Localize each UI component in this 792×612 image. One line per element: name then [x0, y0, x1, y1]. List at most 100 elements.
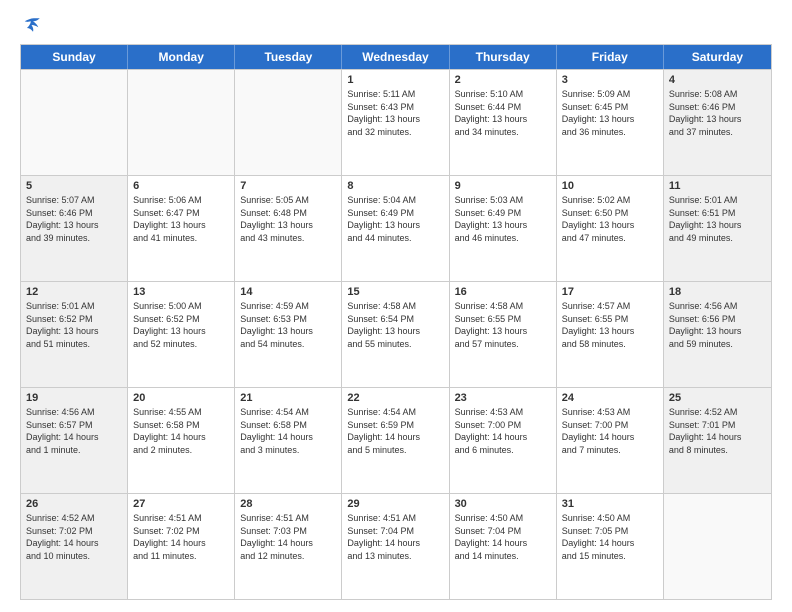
- day-info: Sunrise: 4:51 AM Sunset: 7:02 PM Dayligh…: [133, 512, 229, 562]
- day-cell-22: 22Sunrise: 4:54 AM Sunset: 6:59 PM Dayli…: [342, 388, 449, 493]
- day-cell-26: 26Sunrise: 4:52 AM Sunset: 7:02 PM Dayli…: [21, 494, 128, 599]
- day-number: 18: [669, 286, 766, 298]
- day-number: 1: [347, 74, 443, 86]
- day-info: Sunrise: 4:58 AM Sunset: 6:54 PM Dayligh…: [347, 300, 443, 350]
- day-number: 27: [133, 498, 229, 510]
- day-info: Sunrise: 4:56 AM Sunset: 6:56 PM Dayligh…: [669, 300, 766, 350]
- day-info: Sunrise: 5:10 AM Sunset: 6:44 PM Dayligh…: [455, 88, 551, 138]
- day-info: Sunrise: 5:08 AM Sunset: 6:46 PM Dayligh…: [669, 88, 766, 138]
- logo-bird-icon: [24, 16, 42, 34]
- day-cell-15: 15 Sunrise: 4:58 AM Sunset: 6:54 PM Dayli…: [342, 282, 449, 387]
- day-cell-9: 9 Sunrise: 5:03 AM Sunset: 6:49 PM Daylig…: [450, 176, 557, 281]
- day-cell-10: 10 Sunrise: 5:02 AM Sunset: 6:50 PM Dayli…: [557, 176, 664, 281]
- calendar-row-5: 26Sunrise: 4:52 AM Sunset: 7:02 PM Dayli…: [21, 493, 771, 599]
- header-day-monday: Monday: [128, 45, 235, 69]
- day-cell-6: 6 Sunrise: 5:06 AM Sunset: 6:47 PM Daylig…: [128, 176, 235, 281]
- day-cell-5: 5 Sunrise: 5:07 AM Sunset: 6:46 PM Daylig…: [21, 176, 128, 281]
- day-number: 25: [669, 392, 766, 404]
- day-number: 20: [133, 392, 229, 404]
- empty-cell-r0c2: [235, 70, 342, 175]
- day-cell-14: 14Sunrise: 4:59 AM Sunset: 6:53 PM Dayli…: [235, 282, 342, 387]
- day-number: 22: [347, 392, 443, 404]
- calendar-body: 1 Sunrise: 5:11 AM Sunset: 6:43 PM Daylig…: [21, 69, 771, 599]
- day-number: 23: [455, 392, 551, 404]
- header-day-thursday: Thursday: [450, 45, 557, 69]
- calendar-row-2: 5 Sunrise: 5:07 AM Sunset: 6:46 PM Daylig…: [21, 175, 771, 281]
- day-info: Sunrise: 4:51 AM Sunset: 7:03 PM Dayligh…: [240, 512, 336, 562]
- day-number: 11: [669, 180, 766, 192]
- day-cell-4: 4 Sunrise: 5:08 AM Sunset: 6:46 PM Daylig…: [664, 70, 771, 175]
- calendar-row-1: 1 Sunrise: 5:11 AM Sunset: 6:43 PM Daylig…: [21, 69, 771, 175]
- day-cell-31: 31 Sunrise: 4:50 AM Sunset: 7:05 PM Dayli…: [557, 494, 664, 599]
- day-number: 10: [562, 180, 658, 192]
- day-cell-30: 30 Sunrise: 4:50 AM Sunset: 7:04 PM Dayli…: [450, 494, 557, 599]
- day-number: 29: [347, 498, 443, 510]
- day-cell-13: 13 Sunrise: 5:00 AM Sunset: 6:52 PM Dayli…: [128, 282, 235, 387]
- day-cell-24: 24 Sunrise: 4:53 AM Sunset: 7:00 PM Dayli…: [557, 388, 664, 493]
- calendar: SundayMondayTuesdayWednesdayThursdayFrid…: [20, 44, 772, 600]
- day-info: Sunrise: 5:07 AM Sunset: 6:46 PM Dayligh…: [26, 194, 122, 244]
- day-cell-18: 18 Sunrise: 4:56 AM Sunset: 6:56 PM Dayli…: [664, 282, 771, 387]
- day-info: Sunrise: 5:11 AM Sunset: 6:43 PM Dayligh…: [347, 88, 443, 138]
- day-cell-2: 2 Sunrise: 5:10 AM Sunset: 6:44 PM Daylig…: [450, 70, 557, 175]
- day-number: 5: [26, 180, 122, 192]
- day-number: 4: [669, 74, 766, 86]
- day-cell-16: 16Sunrise: 4:58 AM Sunset: 6:55 PM Dayli…: [450, 282, 557, 387]
- day-number: 31: [562, 498, 658, 510]
- day-cell-23: 23Sunrise: 4:53 AM Sunset: 7:00 PM Dayli…: [450, 388, 557, 493]
- day-number: 9: [455, 180, 551, 192]
- day-cell-19: 19Sunrise: 4:56 AM Sunset: 6:57 PM Dayli…: [21, 388, 128, 493]
- day-number: 16: [455, 286, 551, 298]
- day-number: 15: [347, 286, 443, 298]
- day-info: Sunrise: 4:55 AM Sunset: 6:58 PM Dayligh…: [133, 406, 229, 456]
- day-info: Sunrise: 4:56 AM Sunset: 6:57 PM Dayligh…: [26, 406, 122, 456]
- calendar-row-4: 19Sunrise: 4:56 AM Sunset: 6:57 PM Dayli…: [21, 387, 771, 493]
- day-cell-20: 20 Sunrise: 4:55 AM Sunset: 6:58 PM Dayli…: [128, 388, 235, 493]
- day-cell-28: 28 Sunrise: 4:51 AM Sunset: 7:03 PM Dayli…: [235, 494, 342, 599]
- calendar-header: SundayMondayTuesdayWednesdayThursdayFrid…: [21, 45, 771, 69]
- day-cell-1: 1 Sunrise: 5:11 AM Sunset: 6:43 PM Daylig…: [342, 70, 449, 175]
- day-cell-17: 17 Sunrise: 4:57 AM Sunset: 6:55 PM Dayli…: [557, 282, 664, 387]
- logo: [20, 16, 44, 34]
- day-cell-25: 25 Sunrise: 4:52 AM Sunset: 7:01 PM Dayli…: [664, 388, 771, 493]
- header-day-sunday: Sunday: [21, 45, 128, 69]
- day-cell-8: 8Sunrise: 5:04 AM Sunset: 6:49 PM Daylig…: [342, 176, 449, 281]
- day-number: 13: [133, 286, 229, 298]
- day-info: Sunrise: 5:01 AM Sunset: 6:52 PM Dayligh…: [26, 300, 122, 350]
- day-info: Sunrise: 4:51 AM Sunset: 7:04 PM Dayligh…: [347, 512, 443, 562]
- day-number: 2: [455, 74, 551, 86]
- day-info: Sunrise: 4:52 AM Sunset: 7:01 PM Dayligh…: [669, 406, 766, 456]
- day-number: 30: [455, 498, 551, 510]
- day-info: Sunrise: 4:53 AM Sunset: 7:00 PM Dayligh…: [562, 406, 658, 456]
- day-cell-29: 29 Sunrise: 4:51 AM Sunset: 7:04 PM Dayli…: [342, 494, 449, 599]
- day-cell-27: 27 Sunrise: 4:51 AM Sunset: 7:02 PM Dayli…: [128, 494, 235, 599]
- day-number: 8: [347, 180, 443, 192]
- day-info: Sunrise: 5:03 AM Sunset: 6:49 PM Dayligh…: [455, 194, 551, 244]
- empty-cell-r4c6: [664, 494, 771, 599]
- day-info: Sunrise: 5:00 AM Sunset: 6:52 PM Dayligh…: [133, 300, 229, 350]
- day-number: 24: [562, 392, 658, 404]
- calendar-row-3: 12 Sunrise: 5:01 AM Sunset: 6:52 PM Dayli…: [21, 281, 771, 387]
- header-day-friday: Friday: [557, 45, 664, 69]
- header: [20, 16, 772, 34]
- day-info: Sunrise: 4:50 AM Sunset: 7:04 PM Dayligh…: [455, 512, 551, 562]
- day-info: Sunrise: 4:57 AM Sunset: 6:55 PM Dayligh…: [562, 300, 658, 350]
- day-info: Sunrise: 5:05 AM Sunset: 6:48 PM Dayligh…: [240, 194, 336, 244]
- day-info: Sunrise: 4:50 AM Sunset: 7:05 PM Dayligh…: [562, 512, 658, 562]
- day-cell-21: 21Sunrise: 4:54 AM Sunset: 6:58 PM Dayli…: [235, 388, 342, 493]
- day-number: 17: [562, 286, 658, 298]
- day-number: 28: [240, 498, 336, 510]
- day-number: 6: [133, 180, 229, 192]
- day-cell-3: 3Sunrise: 5:09 AM Sunset: 6:45 PM Daylig…: [557, 70, 664, 175]
- day-info: Sunrise: 5:06 AM Sunset: 6:47 PM Dayligh…: [133, 194, 229, 244]
- day-number: 7: [240, 180, 336, 192]
- day-number: 21: [240, 392, 336, 404]
- header-day-tuesday: Tuesday: [235, 45, 342, 69]
- day-cell-11: 11 Sunrise: 5:01 AM Sunset: 6:51 PM Dayli…: [664, 176, 771, 281]
- day-number: 12: [26, 286, 122, 298]
- day-info: Sunrise: 4:59 AM Sunset: 6:53 PM Dayligh…: [240, 300, 336, 350]
- day-info: Sunrise: 5:01 AM Sunset: 6:51 PM Dayligh…: [669, 194, 766, 244]
- day-cell-7: 7 Sunrise: 5:05 AM Sunset: 6:48 PM Daylig…: [235, 176, 342, 281]
- day-info: Sunrise: 5:02 AM Sunset: 6:50 PM Dayligh…: [562, 194, 658, 244]
- header-day-wednesday: Wednesday: [342, 45, 449, 69]
